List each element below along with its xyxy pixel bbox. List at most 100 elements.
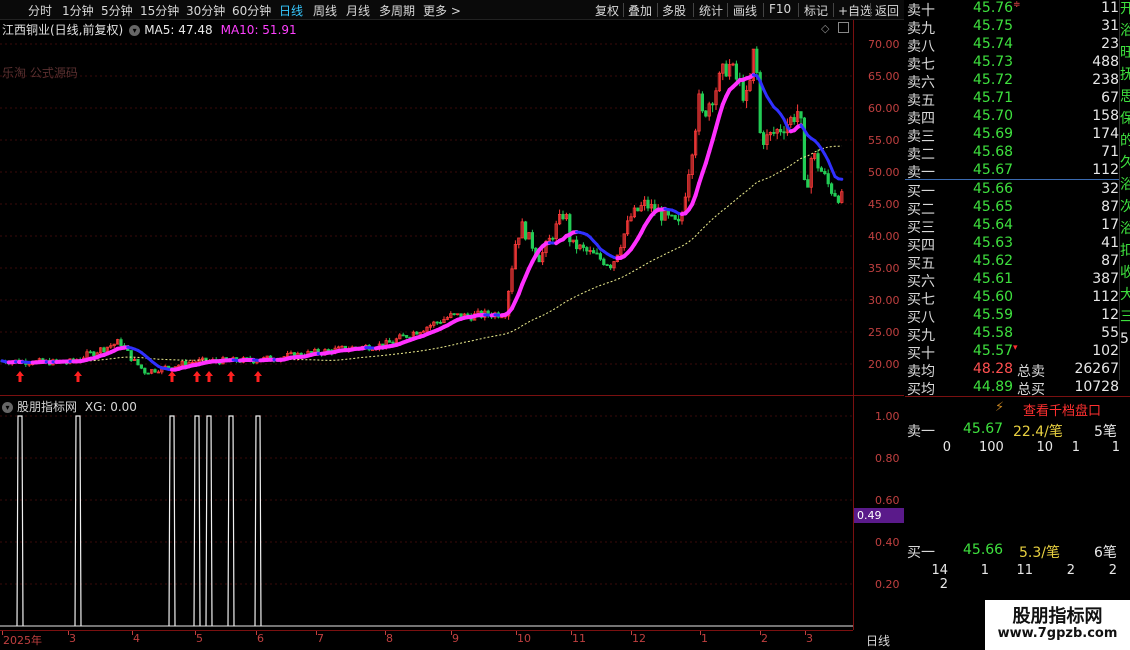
back-button[interactable]: 返回	[875, 2, 899, 19]
tab-15min[interactable]: 15分钟	[140, 2, 179, 19]
multi-stock-button[interactable]: 多股	[662, 2, 686, 19]
level-price: 45.76	[973, 0, 1014, 16]
stats-button[interactable]: 统计	[699, 2, 723, 19]
buy-signal-arrow	[16, 371, 24, 383]
tab-60min[interactable]: 60分钟	[232, 2, 271, 19]
orderbook-row[interactable]: 卖七 45.73 488	[905, 54, 1119, 73]
tab-multi-period[interactable]: 多周期	[379, 2, 415, 19]
buy-signal-arrow	[193, 371, 201, 383]
side-char: 三	[1120, 308, 1130, 330]
orderbook-row[interactable]: 卖四 45.70 158	[905, 108, 1119, 127]
tab-weekly[interactable]: 周线	[313, 2, 337, 19]
level-price: 45.74	[973, 36, 1014, 52]
level-label: 买八	[907, 310, 935, 326]
date-label: 6	[257, 632, 264, 645]
orderbook-row[interactable]: 买一 45.66 32	[905, 181, 1119, 200]
candle-body	[119, 339, 123, 347]
price-chart[interactable]	[0, 20, 853, 395]
level-mark: ≑	[1013, 0, 1021, 10]
orderbook-row[interactable]: 买九 45.58 55	[905, 325, 1119, 344]
level-price: 45.68	[973, 144, 1014, 160]
tab-fenshi[interactable]: 分时	[28, 2, 52, 19]
orderbook-row[interactable]: 卖九 45.75 31	[905, 18, 1119, 37]
tab-daily[interactable]: 日线	[279, 2, 303, 19]
level-price: 45.57	[973, 343, 1014, 359]
orderbook-divider	[905, 396, 1130, 397]
f10-button[interactable]: F10	[769, 2, 791, 16]
candle-body	[581, 244, 586, 248]
fuquan-button[interactable]: 复权	[595, 2, 619, 19]
queue-sell-avg: 22.4/笔	[1013, 424, 1063, 440]
candle-body	[799, 111, 803, 119]
date-label: 5	[196, 632, 203, 645]
queue-order: 1	[1071, 440, 1080, 455]
candle-body	[833, 193, 837, 197]
side-char: 5	[1120, 331, 1129, 347]
orderbook-row[interactable]: 买八 45.59 12	[905, 307, 1119, 326]
orderbook-row[interactable]: 卖六 45.72 238	[905, 72, 1119, 91]
draw-line-button[interactable]: 画线	[733, 2, 757, 19]
level-volume: 31	[1101, 18, 1119, 34]
date-label: 12	[632, 632, 646, 645]
indicator-tick: 0.40	[875, 536, 900, 549]
add-watchlist-button[interactable]: +自选	[838, 2, 872, 19]
candle-body	[636, 207, 640, 212]
mark-button[interactable]: 标记	[804, 2, 828, 19]
level-label: 买四	[907, 238, 935, 254]
candle-body	[772, 132, 776, 134]
price-axis-border	[853, 20, 854, 396]
tab-30min[interactable]: 30分钟	[186, 2, 225, 19]
price-tick: 40.00	[868, 230, 900, 243]
candle-body	[704, 110, 708, 117]
tab-more[interactable]: 更多 >	[423, 2, 461, 19]
queue-buy-count: 6笔	[1094, 545, 1117, 561]
level-price: 45.65	[973, 199, 1014, 215]
indicator-chart[interactable]	[0, 396, 853, 630]
orderbook-row[interactable]: 卖八 45.74 23	[905, 36, 1119, 55]
orderbook-row[interactable]: 买五 45.62 87	[905, 253, 1119, 272]
tab-monthly[interactable]: 月线	[346, 2, 370, 19]
orderbook-row[interactable]: 买七 45.60 112	[905, 289, 1119, 308]
queue-order: 100	[979, 440, 1004, 455]
level-volume: 17	[1101, 217, 1119, 233]
overlay-button[interactable]: 叠加	[628, 2, 652, 19]
view-1000-depth-button[interactable]: 查看千档盘口	[1023, 400, 1101, 419]
signal-spike	[168, 415, 176, 627]
orderbook-row[interactable]: 卖五 45.71 67	[905, 90, 1119, 109]
level-price: 45.73	[973, 54, 1014, 70]
price-tick: 35.00	[868, 262, 900, 275]
period-label[interactable]: 日线	[866, 632, 890, 649]
queue-buy-price: 45.66	[963, 542, 1004, 558]
candle-body	[595, 252, 599, 255]
tab-1min[interactable]: 1分钟	[62, 2, 94, 19]
indicator-tick: 1.00	[875, 410, 900, 423]
orderbook-row[interactable]: 买三 45.64 17	[905, 217, 1119, 236]
orderbook-row[interactable]: 买六 45.61 387	[905, 271, 1119, 290]
level-label: 买十	[907, 346, 935, 362]
level-volume: 102	[1092, 343, 1119, 359]
total-buy-value: 10728	[1074, 379, 1119, 395]
level-volume: 87	[1101, 199, 1119, 215]
orderbook-row[interactable]: 买二 45.65 87	[905, 199, 1119, 218]
queue-order: 2	[1066, 563, 1075, 578]
orderbook-row[interactable]: 买十 45.57 ▾ 102	[905, 343, 1119, 362]
indicator-tick: 0.60	[875, 494, 900, 507]
level-volume: 238	[1092, 72, 1119, 88]
side-char: 抚	[1120, 66, 1130, 88]
ma-long-line	[1, 145, 842, 364]
queue-order: 10	[1036, 440, 1053, 455]
orderbook-row[interactable]: 卖十 45.76 ≑ 11	[905, 0, 1119, 19]
signal-spike	[74, 415, 82, 627]
price-tick: 20.00	[868, 358, 900, 371]
orderbook-row[interactable]: 卖三 45.69 174	[905, 126, 1119, 145]
level-label: 卖八	[907, 39, 935, 55]
tab-5min[interactable]: 5分钟	[101, 2, 133, 19]
orderbook-row[interactable]: 买四 45.63 41	[905, 235, 1119, 254]
level-volume: 112	[1092, 162, 1119, 178]
level-volume: 55	[1101, 325, 1119, 341]
level-volume: 174	[1092, 126, 1119, 142]
price-tick: 50.00	[868, 166, 900, 179]
queue-buy-label: 买一	[907, 545, 935, 561]
orderbook-row[interactable]: 卖二 45.68 71	[905, 144, 1119, 163]
orderbook-row[interactable]: 卖一 45.67 112	[905, 162, 1119, 181]
